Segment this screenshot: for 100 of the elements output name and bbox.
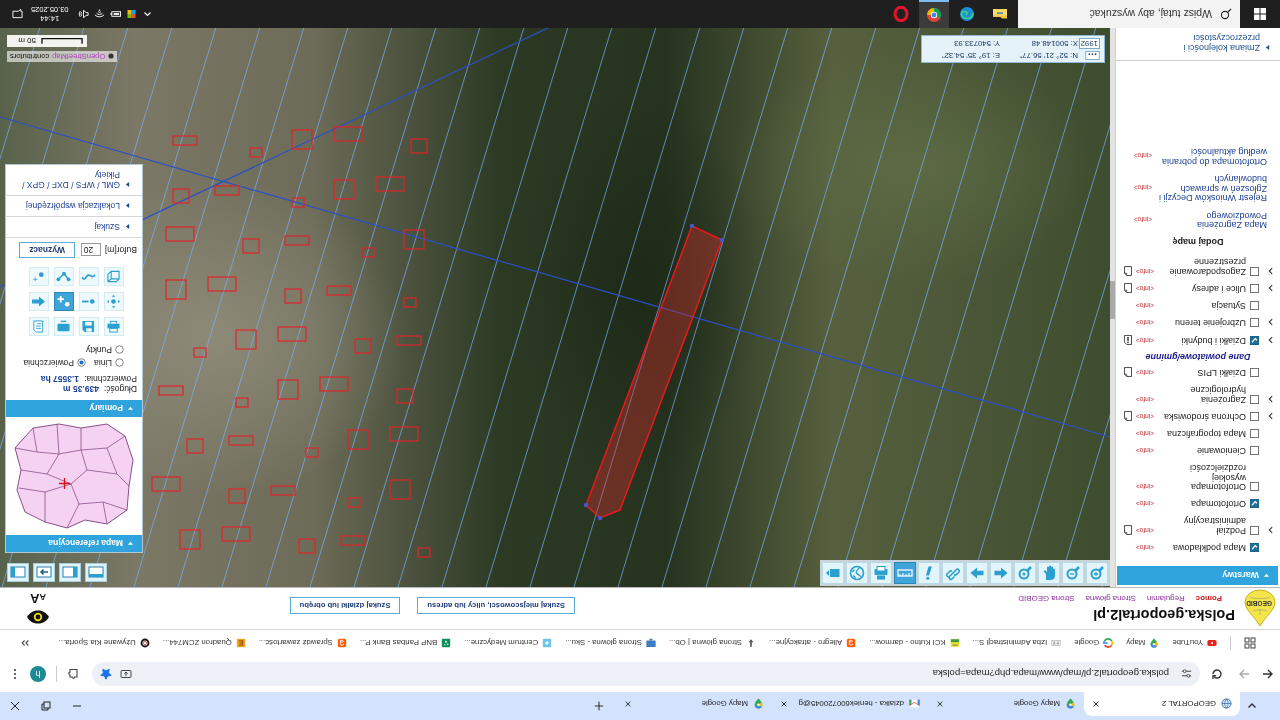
cube-outline-icon <box>106 270 122 283</box>
panel-layout-button[interactable] <box>85 563 107 582</box>
map-link[interactable]: Ortofotomapa do pobrania według aktualności <box>1157 147 1267 166</box>
layer-checkbox[interactable] <box>1250 318 1259 328</box>
panel-layout-button[interactable] <box>59 563 81 582</box>
speaker-icon[interactable] <box>77 9 89 19</box>
scrollbar[interactable] <box>1110 28 1115 587</box>
chevron-left-icon[interactable] <box>1268 267 1273 275</box>
double-chevron-icon[interactable] <box>20 638 30 648</box>
eye-icon[interactable] <box>26 610 50 625</box>
document-icon[interactable] <box>1123 367 1132 378</box>
battery-icon[interactable] <box>109 9 121 19</box>
panel-layout-button[interactable] <box>7 563 29 582</box>
close-icon[interactable] <box>1092 700 1100 708</box>
radio-button[interactable] <box>115 345 124 355</box>
close-icon[interactable] <box>624 700 632 708</box>
document-icon[interactable] <box>1123 525 1132 535</box>
chevron-left-icon[interactable] <box>1268 318 1273 327</box>
color-square-icon[interactable] <box>125 9 137 19</box>
drop-logo-icon <box>1242 589 1278 628</box>
folder-icon <box>992 6 1008 22</box>
layer-checkbox[interactable] <box>1250 284 1259 294</box>
radio-button[interactable] <box>115 358 124 368</box>
apps-grid-icon[interactable] <box>1244 637 1256 649</box>
collapsible-section[interactable]: Lokalizacja współrzędnej <box>6 196 142 217</box>
layer-checkbox[interactable] <box>1250 301 1259 311</box>
layer-label: Zagrożenia hydrologiczne <box>1189 385 1246 404</box>
layer-checkbox[interactable] <box>1250 395 1259 404</box>
puzzle-piece-icon[interactable] <box>67 668 79 680</box>
reload-icon[interactable] <box>1211 668 1223 680</box>
layer-checkbox[interactable] <box>1250 368 1259 378</box>
buffer-input[interactable]: 20 <box>80 243 101 257</box>
layer-checkbox[interactable] <box>1250 526 1259 535</box>
layer-checkbox[interactable] <box>1250 446 1259 456</box>
measurement-value: 1.3557 ha <box>40 374 80 384</box>
radio-label[interactable]: Linia <box>94 358 112 368</box>
point-icon <box>31 270 47 283</box>
profile-avatar[interactable]: h <box>30 666 46 682</box>
layer-checkbox[interactable] <box>1250 543 1259 552</box>
compute-button[interactable]: Wyznacz <box>19 242 75 258</box>
collapsible-section[interactable]: GML / WFS / DXF / GPX / Pikiety <box>6 165 142 196</box>
layer-checkbox[interactable] <box>1250 267 1259 276</box>
layer-label: Podział administracyjny <box>1182 516 1246 535</box>
radio-button[interactable] <box>77 358 87 368</box>
radio-label[interactable]: Punkty <box>86 345 112 355</box>
document-icon[interactable] <box>1123 411 1132 422</box>
map-link[interactable]: Mapa Zagrożenia Powodziowego <box>1157 210 1267 230</box>
close-icon[interactable] <box>936 700 944 708</box>
more-dots-icon[interactable] <box>1085 51 1100 60</box>
chain-link-icon <box>945 565 961 581</box>
measure-tool-button[interactable] <box>54 292 74 311</box>
ring-icon <box>139 638 150 648</box>
address-field[interactable]: polska.geoportal2.pl/map/www/mapa.php?mapa=polska <box>92 662 1200 686</box>
chevron-left-icon[interactable] <box>1268 336 1273 344</box>
crosshair-icon <box>59 478 70 489</box>
chevron-left-icon[interactable] <box>1268 284 1273 293</box>
restore-icon[interactable] <box>41 701 51 711</box>
tile-icon <box>542 638 553 648</box>
more-menu-icon[interactable] <box>13 668 17 680</box>
windows-logo-icon[interactable] <box>1254 8 1266 20</box>
close-icon[interactable] <box>780 700 788 708</box>
layer-checkbox[interactable] <box>1250 336 1259 345</box>
bookmark-star-icon[interactable] <box>100 668 112 680</box>
taskbar-app-button[interactable] <box>919 0 949 28</box>
map-tool-button[interactable] <box>894 562 916 584</box>
rounded-square-icon <box>336 638 347 648</box>
install-app-icon[interactable] <box>120 668 132 680</box>
collapsible-section[interactable]: Szukaj <box>6 217 142 238</box>
layer-checkbox[interactable] <box>1250 429 1259 439</box>
layer-label: Ortofotomapa <box>1189 499 1246 509</box>
layer-checkbox[interactable] <box>1250 412 1259 422</box>
map-link[interactable]: Rejestr Wniosków Decyzji i Zgłoszeń w sprawach budowlanych <box>1157 174 1267 203</box>
dot-icon <box>108 53 115 60</box>
chevron-left-icon[interactable] <box>1268 526 1273 534</box>
envelope-icon <box>909 698 920 710</box>
monitor-icon <box>645 638 656 648</box>
alert-document-icon[interactable] <box>1123 335 1132 345</box>
panel-layout-button[interactable] <box>33 563 55 582</box>
panel-left-icon <box>10 566 26 579</box>
reorder-link[interactable]: Zmiana kolejności i przezroczystości <box>1150 33 1260 53</box>
document-icon[interactable] <box>1123 266 1132 276</box>
chevron-down-icon[interactable] <box>141 9 153 19</box>
chevron-left-icon[interactable] <box>1268 395 1273 403</box>
close-icon[interactable] <box>10 701 20 711</box>
layer-checkbox[interactable] <box>1250 482 1259 492</box>
speech-bubble-icon[interactable] <box>12 8 23 20</box>
panel-right-icon <box>62 566 78 579</box>
chevron-left-icon[interactable] <box>1268 412 1273 421</box>
arrow-right-icon[interactable] <box>1262 668 1274 680</box>
layer-checkbox[interactable] <box>1250 499 1259 509</box>
radio-label[interactable]: Powierzchnia <box>23 358 75 368</box>
text-size-button[interactable]: AA <box>30 592 46 606</box>
plus-icon[interactable] <box>594 701 604 711</box>
polyline-icon <box>56 270 72 283</box>
site-settings-icon[interactable] <box>1181 668 1192 680</box>
document-icon[interactable] <box>1123 283 1132 294</box>
globe-icon <box>1221 698 1232 710</box>
wifi-icon[interactable] <box>93 9 105 19</box>
search-field[interactable]: Wpisz tutaj, aby wyszukać <box>1018 0 1240 28</box>
play-button-icon <box>1207 638 1217 648</box>
